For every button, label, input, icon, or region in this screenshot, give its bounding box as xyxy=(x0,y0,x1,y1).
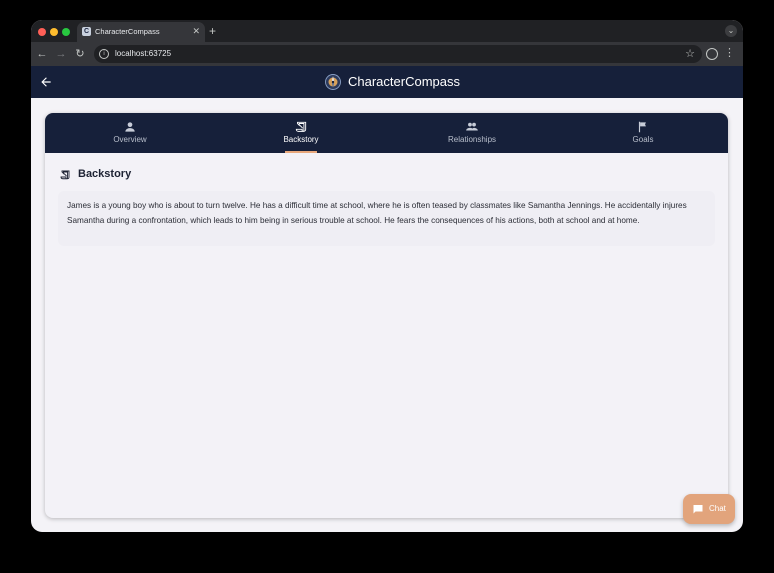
tab-label: Goals xyxy=(632,135,654,144)
tab-overview[interactable]: Overview xyxy=(45,113,215,153)
section-title: Backstory xyxy=(78,168,132,180)
reload-icon[interactable]: ↻ xyxy=(73,47,87,61)
person-icon xyxy=(125,122,135,132)
maximize-window-button[interactable] xyxy=(62,28,70,36)
people-icon xyxy=(466,122,478,131)
backstory-text: James is a young boy who is about to tur… xyxy=(67,201,687,225)
tab-label: Relationships xyxy=(447,135,497,144)
new-tab-button[interactable]: + xyxy=(209,23,216,39)
close-window-button[interactable] xyxy=(38,28,46,36)
favicon-icon: C xyxy=(82,27,91,36)
address-bar[interactable]: i localhost:63725 ☆ xyxy=(94,45,702,63)
info-icon[interactable]: i xyxy=(99,49,109,59)
chat-icon xyxy=(693,505,703,514)
menu-icon[interactable]: ⋮ xyxy=(724,46,735,60)
tab-label: Backstory xyxy=(283,135,319,144)
back-icon[interactable]: ← xyxy=(35,47,49,61)
tab-title: CharacterCompass xyxy=(95,27,160,36)
browser-window: C CharacterCompass ✕ + ⌄ ← → ↻ i localho… xyxy=(31,20,743,532)
chat-button[interactable]: Chat xyxy=(683,494,735,524)
tab-label: Overview xyxy=(113,135,147,144)
backstory-panel: James is a young boy who is about to tur… xyxy=(58,191,715,246)
compass-logo-icon xyxy=(325,74,341,90)
close-tab-icon[interactable]: ✕ xyxy=(192,26,200,36)
app-header: CharacterCompass xyxy=(31,66,743,98)
tab-search-icon[interactable]: ⌄ xyxy=(725,25,737,37)
profile-icon[interactable] xyxy=(706,48,718,60)
tab-relationships[interactable]: Relationships xyxy=(387,113,557,153)
app-title: CharacterCompass xyxy=(348,74,460,89)
chat-label: Chat xyxy=(709,504,726,513)
history-edu-icon xyxy=(60,170,70,180)
tab-backstory[interactable]: Backstory xyxy=(216,113,386,153)
character-card: Overview Backstory Relationships Goals B… xyxy=(45,113,728,518)
tab-goals[interactable]: Goals xyxy=(558,113,728,153)
back-arrow-icon[interactable] xyxy=(39,75,53,89)
history-edu-icon xyxy=(295,121,307,132)
forward-icon[interactable]: → xyxy=(54,47,68,61)
star-icon[interactable]: ☆ xyxy=(685,47,695,61)
section-tabs: Overview Backstory Relationships Goals xyxy=(45,113,728,153)
tab-strip: C CharacterCompass ✕ + ⌄ xyxy=(31,20,743,42)
minimize-window-button[interactable] xyxy=(50,28,58,36)
browser-tab[interactable]: C CharacterCompass ✕ xyxy=(77,22,205,42)
flag-icon xyxy=(638,121,646,133)
url-text[interactable]: localhost:63725 xyxy=(115,49,171,58)
active-tab-indicator xyxy=(285,151,317,153)
browser-toolbar: ← → ↻ i localhost:63725 ☆ ⋮ xyxy=(31,42,743,66)
